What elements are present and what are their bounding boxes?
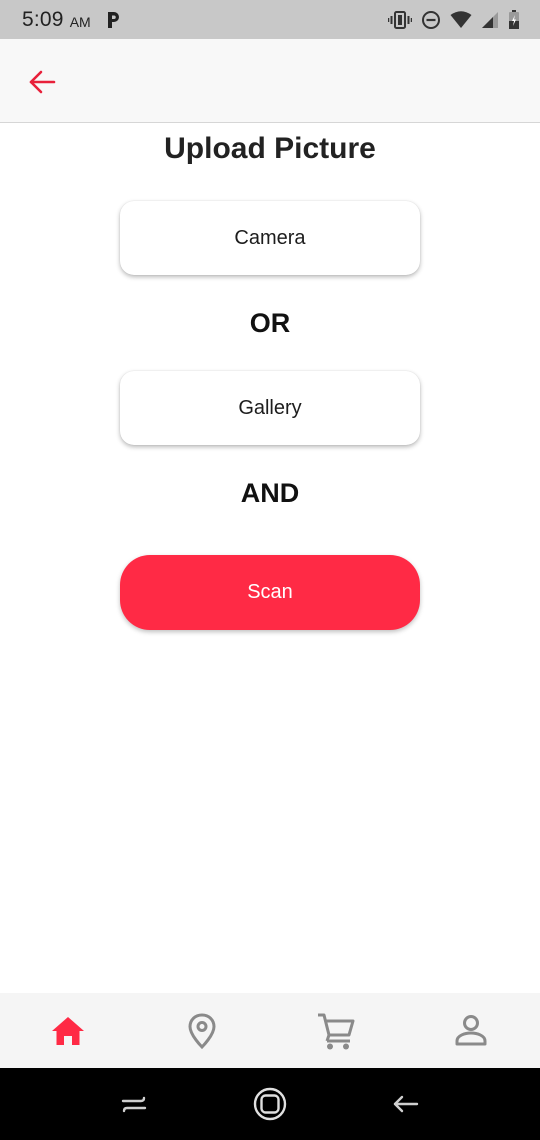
app-bar — [0, 39, 540, 123]
status-right — [388, 9, 520, 30]
camera-button-label: Camera — [234, 226, 306, 249]
scan-button[interactable]: Scan — [120, 555, 420, 630]
bottom-nav — [0, 993, 540, 1068]
nav-location[interactable] — [172, 993, 232, 1068]
home-circle-icon — [253, 1087, 287, 1121]
or-separator: OR — [249, 308, 291, 338]
back-button[interactable] — [24, 64, 60, 100]
status-time: 5:09 — [22, 7, 64, 31]
recents-button[interactable] — [114, 1084, 154, 1124]
gallery-button-label: Gallery — [238, 396, 302, 419]
battery-icon — [508, 9, 520, 30]
arrow-left-icon — [29, 70, 56, 94]
page-title: Upload Picture — [164, 132, 376, 165]
camera-button[interactable]: Camera — [120, 201, 420, 275]
nav-profile[interactable] — [441, 993, 501, 1068]
scan-button-label: Scan — [247, 581, 293, 603]
gallery-button[interactable]: Gallery — [120, 371, 420, 445]
nav-home[interactable] — [38, 993, 98, 1068]
wifi-icon — [450, 10, 472, 29]
p-app-icon — [105, 10, 121, 30]
recents-icon — [121, 1096, 147, 1113]
status-ampm: AM — [69, 13, 91, 30]
vibrate-icon — [388, 10, 412, 30]
location-pin-icon — [188, 1012, 216, 1049]
and-separator: AND — [240, 478, 300, 508]
do-not-disturb-icon — [421, 10, 441, 30]
status-left: 5:09 AM — [22, 8, 121, 32]
cart-icon — [318, 1013, 355, 1049]
status-bar: 5:09 AM — [0, 0, 540, 39]
profile-icon — [455, 1014, 487, 1045]
signal-icon — [481, 11, 499, 29]
back-arrow-icon — [393, 1095, 419, 1113]
system-home-button[interactable] — [250, 1084, 290, 1124]
nav-cart[interactable] — [306, 993, 366, 1068]
home-icon — [52, 1016, 84, 1045]
system-nav-bar — [0, 1068, 540, 1140]
system-back-button[interactable] — [385, 1084, 425, 1124]
